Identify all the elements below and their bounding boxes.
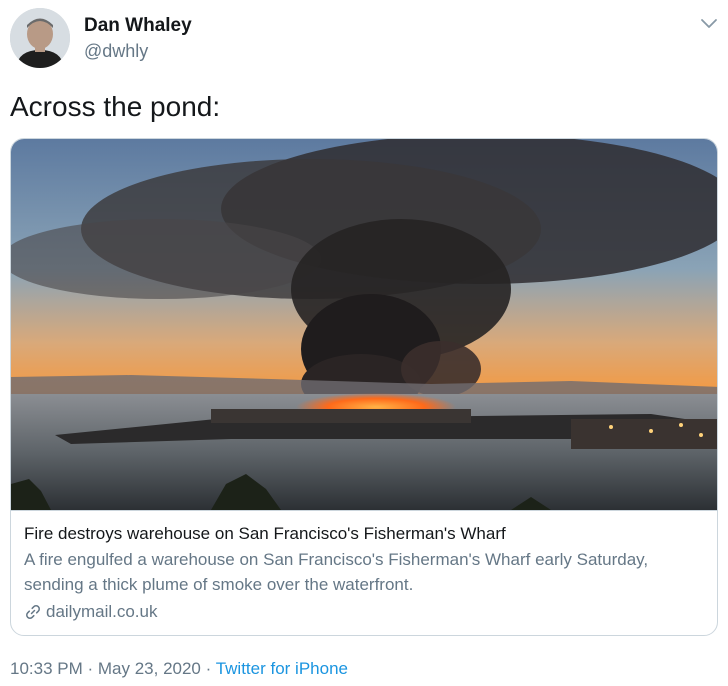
user-avatar-icon (10, 8, 70, 68)
tweet-menu-button[interactable] (698, 12, 720, 34)
meta-separator: · (200, 659, 216, 678)
meta-separator: · (82, 659, 98, 678)
tweet-source-link[interactable]: Twitter for iPhone (216, 659, 348, 678)
author-handle: @dwhly (84, 41, 149, 61)
author-display-name[interactable]: Dan Whaley (84, 15, 192, 37)
card-image[interactable] (11, 139, 717, 510)
tweet-text: Across the pond: (10, 91, 221, 122)
tweet-meta: 10:33 PM · May 23, 2020 · Twitter for iP… (10, 657, 348, 681)
card-title: Fire destroys warehouse on San Francisco… (24, 524, 506, 543)
author-avatar[interactable] (10, 8, 70, 68)
chevron-down-icon (701, 19, 717, 28)
card-domain: dailymail.co.uk (24, 599, 705, 625)
link-icon (24, 603, 42, 621)
card-domain-text: dailymail.co.uk (46, 602, 158, 621)
tweet-time[interactable]: 10:33 PM (10, 659, 83, 678)
card-description: A fire engulfed a warehouse on San Franc… (24, 550, 649, 594)
link-card[interactable]: Fire destroys warehouse on San Francisco… (10, 138, 718, 636)
news-photo-icon (11, 139, 717, 510)
tweet-date[interactable]: May 23, 2020 (98, 659, 201, 678)
tweet: Dan Whaley @dwhly Across the pond: Fire … (0, 0, 728, 686)
author-info: Dan Whaley @dwhly (84, 15, 192, 63)
card-body: Fire destroys warehouse on San Francisco… (11, 510, 717, 625)
